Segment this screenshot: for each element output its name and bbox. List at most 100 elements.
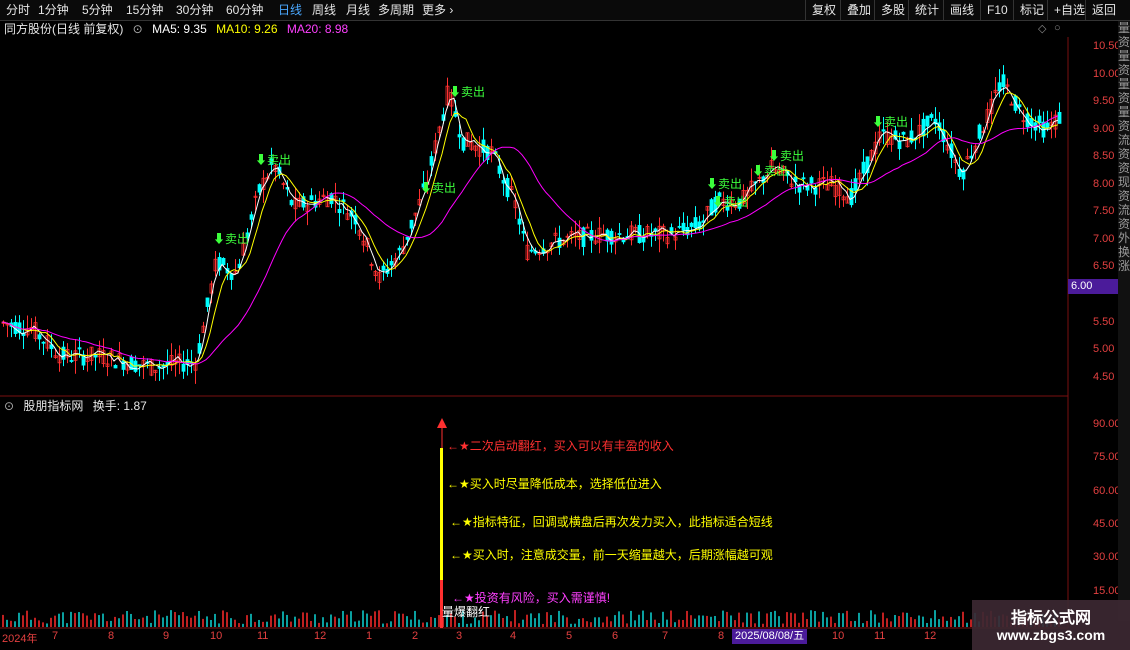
candle-body	[737, 198, 742, 209]
price-tick: 8.50	[1093, 150, 1115, 162]
toolbar-button[interactable]: 标记	[1013, 0, 1050, 20]
period-tab[interactable]: 30分钟	[176, 2, 213, 18]
toolbar-button[interactable]: 多股	[874, 0, 911, 20]
volume-bar	[650, 612, 652, 627]
candle-body	[761, 176, 766, 183]
diamond-icon[interactable]: ◇	[1038, 22, 1046, 35]
candle-body	[133, 360, 138, 372]
period-tab[interactable]: 5分钟	[82, 2, 113, 18]
candle-body	[917, 124, 922, 137]
volume-bar	[754, 623, 756, 627]
period-tab[interactable]: 周线	[312, 2, 336, 18]
month-tick: 10	[832, 630, 845, 642]
volume-bar	[702, 615, 704, 627]
candle-body	[249, 214, 254, 220]
current-price-tag: 6.00	[1068, 279, 1121, 294]
candle-body	[321, 194, 326, 198]
candle-body	[789, 183, 794, 187]
volume-bar	[86, 615, 88, 627]
candle-body	[113, 365, 118, 369]
candle-body	[97, 348, 102, 358]
volume-bar	[382, 623, 384, 627]
volume-bar	[50, 617, 52, 627]
ma5-line	[1, 86, 1059, 370]
toolbar-button[interactable]: 画线	[943, 0, 980, 20]
indicator-tick: 60.00	[1093, 485, 1121, 497]
period-tab[interactable]: 月线	[346, 2, 370, 18]
candle-body	[637, 225, 642, 244]
candle-body	[465, 132, 470, 147]
period-tab-active[interactable]: 日线	[278, 2, 302, 18]
candle-body	[209, 283, 214, 294]
candle-body	[945, 144, 950, 151]
toolbar-button[interactable]: F10	[980, 0, 1014, 20]
candle-body	[493, 151, 498, 154]
circle-icon[interactable]: ○	[1054, 22, 1061, 34]
candle-body	[397, 247, 402, 251]
period-tab[interactable]: 60分钟	[226, 2, 263, 18]
candle-body	[873, 141, 878, 155]
right-side-panel[interactable]: 量资量资量资量资流资资现资流资外换涨	[1118, 21, 1130, 621]
volume-bar	[654, 619, 656, 627]
volume-bar	[546, 612, 548, 627]
month-tick: 4	[510, 630, 517, 642]
toolbar-button[interactable]: 统计	[908, 0, 945, 20]
toolbar-button[interactable]: 复权	[805, 0, 842, 20]
cursor-date: 2025/08/08/五	[732, 629, 808, 644]
dropdown-icon[interactable]: ⊙	[133, 22, 143, 36]
toolbar-button[interactable]: 叠加	[840, 0, 877, 20]
candle-body	[697, 221, 702, 230]
candle-body	[505, 178, 510, 198]
period-tab[interactable]: 15分钟	[126, 2, 163, 18]
candle-body	[605, 229, 610, 242]
price-tick: 5.50	[1093, 316, 1115, 328]
volume-bar	[42, 622, 44, 627]
candle-body	[221, 258, 226, 266]
candle-body	[865, 156, 870, 174]
watermark-url: www.zbgs3.com	[996, 627, 1106, 643]
volume-bar	[642, 610, 644, 627]
candle-body	[153, 369, 158, 373]
volume-bar	[902, 612, 904, 627]
candle-body	[1045, 122, 1050, 129]
volume-bar	[182, 612, 184, 627]
volume-bar	[498, 613, 500, 627]
candle-body	[585, 226, 590, 229]
candle-body	[1021, 120, 1026, 123]
candle-body	[941, 129, 946, 143]
candle-body	[513, 200, 518, 209]
volume-bar	[122, 614, 124, 627]
volume-bar	[282, 611, 284, 627]
more-menu[interactable]: 更多 ›	[422, 2, 453, 18]
note-2: ←★买入时尽量降低成本，选择低位进入	[447, 475, 662, 492]
candle-body	[1041, 121, 1046, 138]
candle-body	[881, 129, 886, 132]
candle-body	[21, 332, 26, 336]
period-tab[interactable]: 1分钟	[38, 2, 69, 18]
volume-bar	[54, 615, 56, 627]
volume-bar	[166, 615, 168, 627]
candle-body	[581, 227, 586, 248]
candle-body	[921, 118, 926, 137]
candle-body	[365, 238, 370, 247]
dropdown-icon[interactable]: ⊙	[4, 399, 14, 413]
candle-body	[753, 181, 758, 184]
watermark-title: 指标公式网	[1010, 610, 1091, 627]
candle-body	[349, 210, 354, 217]
candle-body	[537, 253, 542, 255]
candle-body	[9, 322, 14, 327]
candle-body	[481, 139, 486, 153]
toolbar-button[interactable]: 返回	[1085, 0, 1122, 20]
volume-bar	[38, 620, 40, 627]
volume-bar	[870, 610, 872, 627]
volume-bar	[434, 617, 436, 627]
period-tab[interactable]: 多周期	[378, 2, 414, 18]
candle-body	[1, 321, 6, 324]
period-tab[interactable]: 分时	[6, 2, 30, 18]
volume-bar	[226, 612, 228, 627]
volume-bar	[374, 611, 376, 627]
volume-bar	[118, 618, 120, 627]
candle-body	[357, 230, 362, 236]
volume-bar	[322, 617, 324, 627]
price-tick: 7.50	[1093, 205, 1115, 217]
